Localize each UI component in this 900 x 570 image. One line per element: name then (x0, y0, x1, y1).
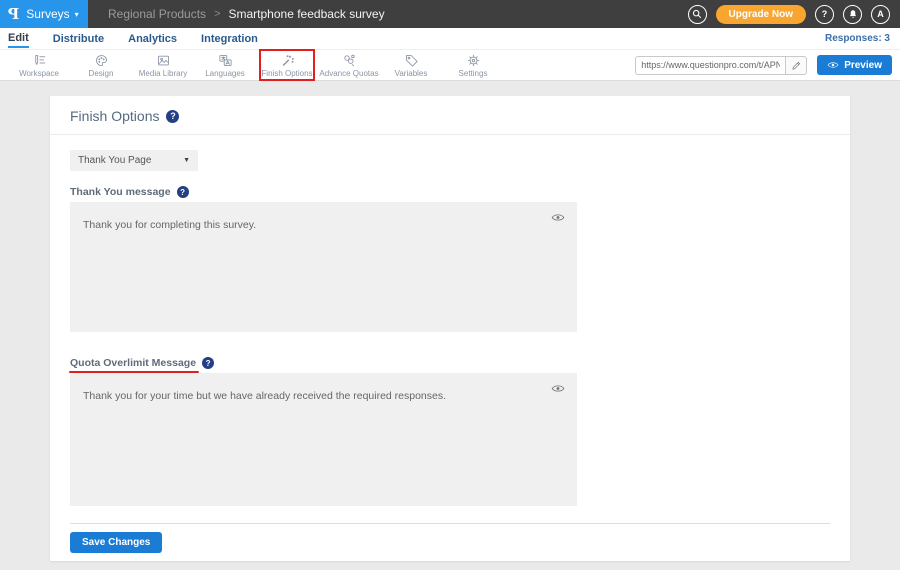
help-icon[interactable]: ? (166, 110, 179, 123)
toolbar-item-languages[interactable]: Languages (194, 51, 256, 79)
edit-toolbar: Workspace Design Media Library Languages… (0, 49, 900, 81)
help-icon[interactable]: ? (177, 186, 189, 198)
card-header: Finish Options ? (50, 96, 850, 135)
tab-integration[interactable]: Integration (201, 30, 258, 47)
breadcrumb-separator: > (214, 8, 220, 20)
magic-wand-icon (280, 53, 295, 68)
toolbar-item-finish-options[interactable]: Finish Options (259, 49, 315, 81)
toolbar-item-label: Finish Options (261, 69, 312, 78)
help-icon[interactable]: ? (202, 357, 214, 369)
help-button[interactable]: ? (815, 5, 834, 24)
breadcrumb-workspace[interactable]: Regional Products (108, 7, 206, 21)
edit-url-button[interactable] (785, 56, 807, 75)
notifications-button[interactable] (843, 5, 862, 24)
pencil-icon (791, 60, 802, 71)
page-content: Finish Options ? Thank You Page ▼ Thank … (0, 81, 900, 561)
thank-you-message-textarea[interactable]: Thank you for completing this survey. (70, 202, 577, 332)
thank-you-label-row: Thank You message ? (70, 186, 830, 198)
media-library-icon (156, 53, 171, 68)
toolbar-right: Preview (635, 55, 892, 75)
toolbar-item-label: Design (89, 69, 114, 78)
toolbar-item-advance-quotas[interactable]: Advance Quotas (318, 51, 380, 79)
survey-url-group (635, 56, 807, 75)
toolbar-item-label: Workspace (19, 69, 59, 78)
toolbar-item-label: Settings (459, 69, 488, 78)
quota-overlimit-textarea[interactable]: Thank you for your time but we have alre… (70, 373, 577, 506)
preview-quota-button[interactable] (551, 381, 565, 399)
product-menu-label: Surveys (26, 7, 69, 21)
responses-count[interactable]: Responses: 3 (825, 33, 890, 44)
eye-icon (551, 212, 565, 223)
page-title: Finish Options (70, 108, 159, 124)
avatar[interactable]: A (871, 5, 890, 24)
languages-icon (218, 53, 233, 68)
toolbar-item-label: Variables (395, 69, 428, 78)
workspace-icon (32, 53, 47, 68)
preview-thank-you-button[interactable] (551, 210, 565, 228)
footer-divider (70, 523, 830, 524)
breadcrumb-survey-title: Smartphone feedback survey (229, 7, 385, 21)
tab-edit[interactable]: Edit (8, 29, 29, 48)
eye-icon (551, 383, 565, 394)
finish-options-card: Finish Options ? Thank You Page ▼ Thank … (50, 96, 850, 561)
tab-distribute[interactable]: Distribute (53, 30, 104, 47)
preview-button[interactable]: Preview (817, 55, 892, 75)
quota-textarea-wrap: Thank you for your time but we have alre… (70, 373, 577, 506)
thank-you-message-label: Thank You message (70, 186, 171, 198)
card-body: Thank You Page ▼ Thank You message ? Tha… (50, 135, 850, 553)
design-palette-icon (94, 53, 109, 68)
toolbar-item-workspace[interactable]: Workspace (8, 51, 70, 79)
toolbar-item-label: Languages (205, 69, 245, 78)
finish-type-select-value: Thank You Page (78, 155, 151, 166)
topbar-actions: Upgrade Now ? A (688, 5, 900, 24)
chevron-down-icon: ▼ (183, 157, 190, 164)
toolbar-item-variables[interactable]: Variables (380, 51, 442, 79)
gear-icon (466, 53, 481, 68)
toolbar-item-design[interactable]: Design (70, 51, 132, 79)
topbar: P Surveys ▾ Regional Products > Smartpho… (0, 0, 900, 28)
tab-analytics[interactable]: Analytics (128, 30, 177, 47)
search-button[interactable] (688, 5, 707, 24)
bell-icon (848, 9, 858, 19)
surveys-menu[interactable]: P Surveys ▾ (0, 0, 88, 28)
save-changes-button[interactable]: Save Changes (70, 532, 162, 553)
upgrade-now-button[interactable]: Upgrade Now (716, 5, 806, 24)
finish-type-select[interactable]: Thank You Page ▼ (70, 150, 198, 171)
chevron-down-icon: ▾ (75, 10, 79, 19)
breadcrumb: Regional Products > Smartphone feedback … (108, 7, 385, 21)
search-icon (692, 9, 702, 19)
eye-icon (827, 60, 839, 70)
toolbar-item-label: Media Library (139, 69, 187, 78)
toolbar-item-media-library[interactable]: Media Library (132, 51, 194, 79)
preview-button-label: Preview (844, 60, 882, 71)
toolbar-item-settings[interactable]: Settings (442, 51, 504, 79)
chain-links-icon (342, 53, 357, 68)
tag-icon (404, 53, 419, 68)
survey-url-input[interactable] (635, 56, 785, 75)
questionpro-logo: P (8, 5, 19, 23)
quota-label-row: Quota Overlimit Message ? (70, 357, 830, 369)
survey-nav-tabs: Edit Distribute Analytics Integration Re… (0, 28, 900, 49)
toolbar-item-label: Advance Quotas (319, 69, 378, 78)
thank-you-textarea-wrap: Thank you for completing this survey. (70, 202, 577, 332)
quota-overlimit-label: Quota Overlimit Message (70, 357, 196, 369)
